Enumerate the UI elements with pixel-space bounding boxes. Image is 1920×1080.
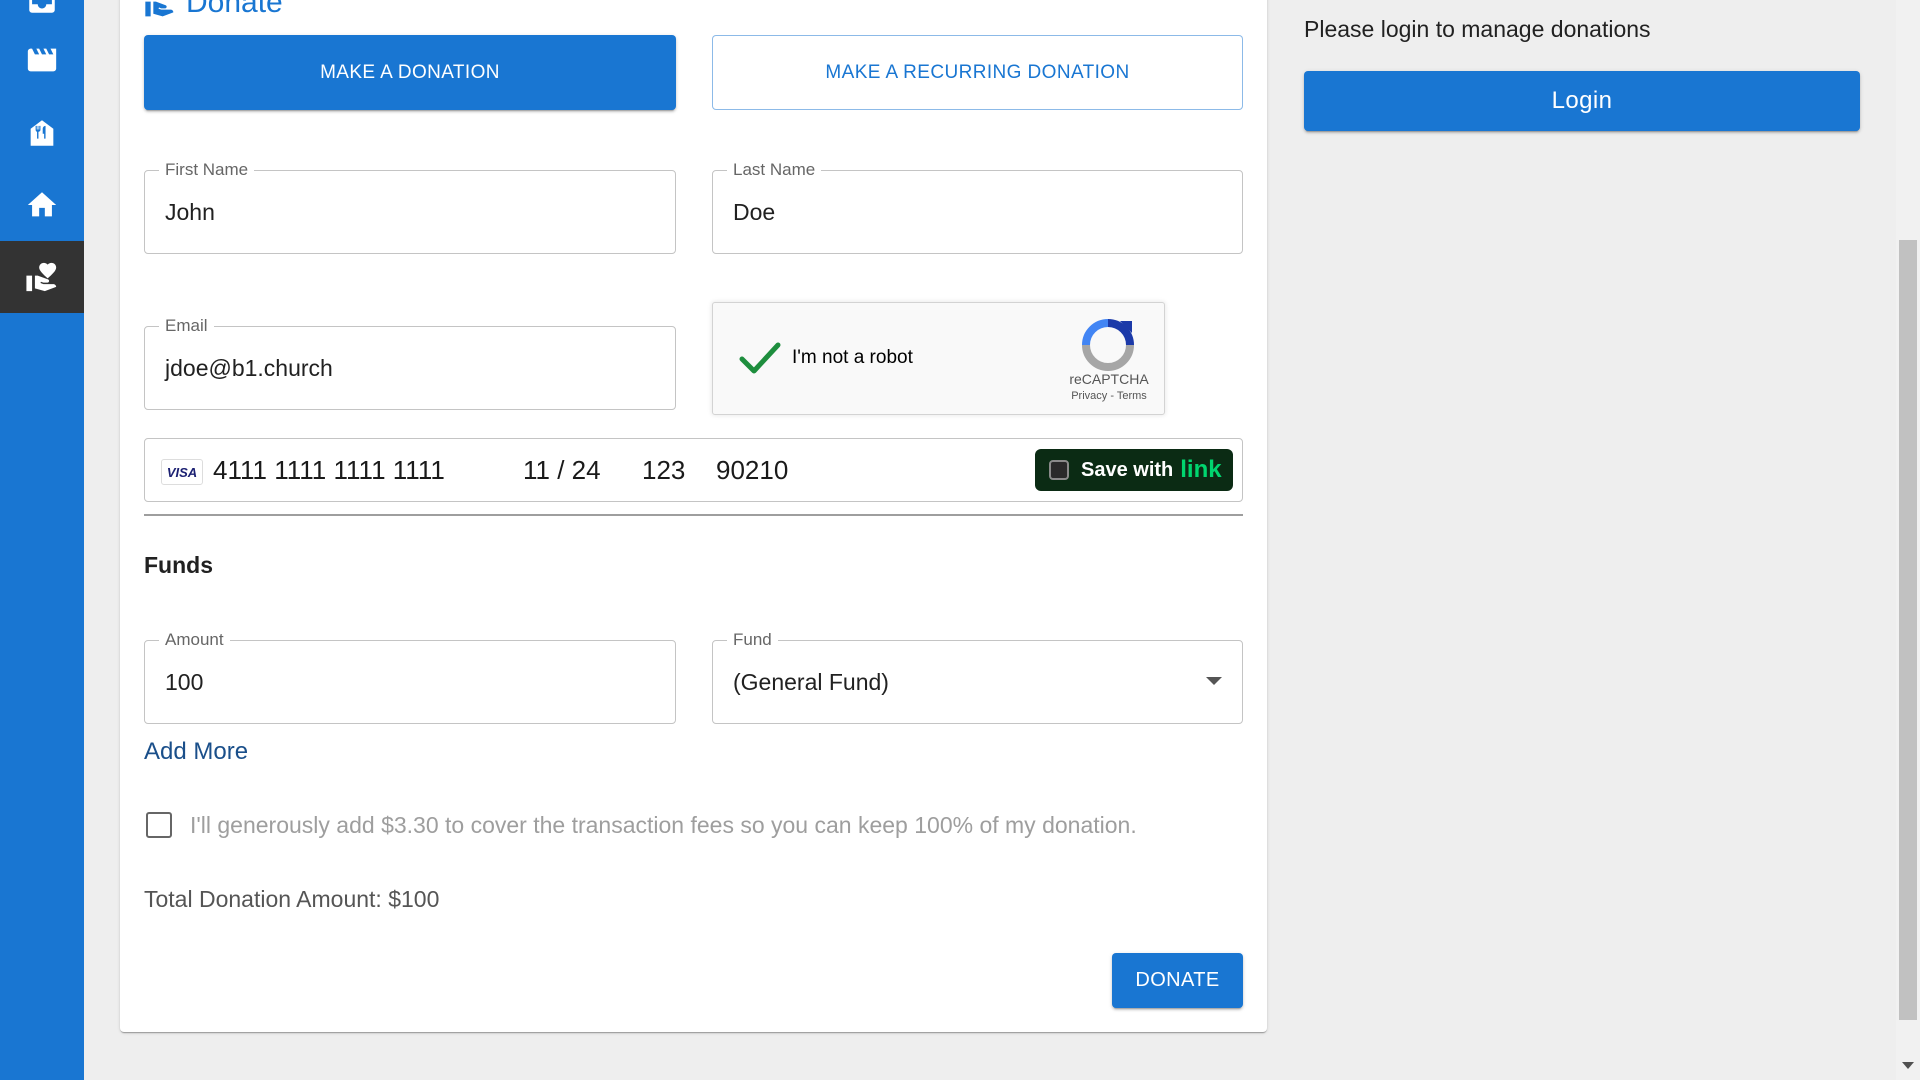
- recaptcha-logo-icon: [1082, 319, 1134, 371]
- movie-icon: [27, 48, 57, 72]
- card-zip-input[interactable]: 90210: [716, 455, 788, 486]
- recurring-donation-button[interactable]: MAKE A RECURRING DONATION: [712, 35, 1243, 110]
- sidebar-item-home[interactable]: [0, 169, 84, 241]
- recaptcha-brand: reCAPTCHA: [1069, 371, 1149, 387]
- total-donation: Total Donation Amount: $100: [144, 886, 440, 912]
- login-message: Please login to manage donations: [1304, 16, 1651, 42]
- inbox-icon: [29, 0, 55, 13]
- funds-heading: Funds: [144, 552, 213, 578]
- amount-value[interactable]: 100: [165, 641, 203, 723]
- visa-icon: VISA: [161, 459, 203, 485]
- restaurant-icon: [30, 120, 54, 146]
- sidebar-item-media[interactable]: [0, 24, 84, 96]
- donate-button[interactable]: DONATE: [1112, 953, 1243, 1008]
- save-with-link-button[interactable]: Save with link: [1035, 449, 1233, 491]
- card-expiry-input[interactable]: 11 / 24: [523, 455, 601, 486]
- checkmark-icon[interactable]: [737, 335, 783, 381]
- chevron-down-icon[interactable]: [1206, 677, 1222, 685]
- cover-fees-checkbox[interactable]: [146, 812, 172, 838]
- recaptcha-branding: reCAPTCHA Privacy - Terms: [1053, 371, 1165, 402]
- last-name-field[interactable]: Last Name Doe: [712, 160, 1243, 254]
- last-name-value[interactable]: Doe: [733, 171, 775, 253]
- card-cvc-input[interactable]: 123: [642, 455, 685, 486]
- email-field[interactable]: Email jdoe@b1.church: [144, 316, 676, 410]
- fund-select[interactable]: Fund (General Fund): [712, 630, 1243, 724]
- donation-card: [120, 0, 1267, 1032]
- scroll-down-icon[interactable]: [1902, 1062, 1914, 1069]
- sidebar: [0, 0, 84, 1080]
- recaptcha-text: I'm not a robot: [792, 347, 913, 368]
- sidebar-item-dining[interactable]: [0, 97, 84, 169]
- card-number-input[interactable]: 4111 1111 1111 1111: [213, 455, 445, 486]
- card-title-text: Donate: [186, 0, 283, 19]
- add-more-link[interactable]: Add More: [144, 738, 248, 766]
- link-logo: link: [1180, 456, 1222, 483]
- email-value[interactable]: jdoe@b1.church: [165, 327, 333, 409]
- scrollbar-thumb[interactable]: [1899, 240, 1917, 1020]
- volunteer-icon: [145, 1, 174, 17]
- card-title: Donate: [144, 0, 283, 20]
- home-icon: [27, 192, 57, 217]
- volunteer-icon: [26, 262, 57, 292]
- divider: [144, 514, 1243, 516]
- first-name-field[interactable]: First Name John: [144, 160, 676, 254]
- save-with-link-checkbox[interactable]: [1049, 460, 1069, 480]
- amount-field[interactable]: Amount 100: [144, 630, 676, 724]
- card-payment-field[interactable]: VISA 4111 1111 1111 1111 11 / 24 123 902…: [144, 438, 1243, 502]
- fund-value[interactable]: (General Fund): [733, 641, 889, 723]
- recaptcha-widget[interactable]: I'm not a robot reCAPTCHA Privacy - Term…: [712, 302, 1165, 415]
- sidebar-item-donations[interactable]: [0, 241, 84, 313]
- save-with-label: Save with: [1081, 458, 1174, 481]
- recaptcha-links[interactable]: Privacy - Terms: [1053, 390, 1165, 402]
- cover-fees-label[interactable]: I'll generously add $3.30 to cover the t…: [190, 812, 1137, 839]
- login-button[interactable]: Login: [1304, 71, 1860, 131]
- make-donation-button[interactable]: MAKE A DONATION: [144, 35, 676, 110]
- first-name-value[interactable]: John: [165, 171, 215, 253]
